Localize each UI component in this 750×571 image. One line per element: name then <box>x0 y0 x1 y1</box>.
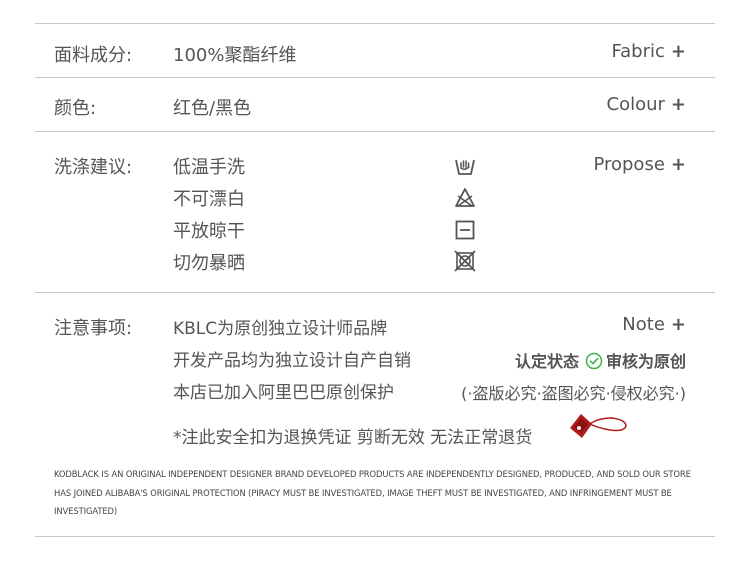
care-toggle-label: Propose <box>593 154 665 175</box>
care-item-text: 不可漂白 <box>173 189 245 210</box>
note-line: 本店已加入阿里巴巴原创保护 <box>173 383 394 403</box>
colour-label: 颜色: <box>54 98 97 119</box>
colour-toggle[interactable]: Colour + <box>607 94 687 115</box>
security-tag-icon <box>570 414 627 438</box>
plus-icon: + <box>670 94 686 115</box>
note-toggle[interactable]: Note + <box>622 314 686 335</box>
plus-icon: + <box>670 154 686 175</box>
colour-toggle-label: Colour <box>606 94 665 115</box>
note-toggle-label: Note <box>622 314 665 335</box>
divider-fabric <box>35 77 715 78</box>
hand-wash-icon <box>455 159 475 175</box>
care-item-text: 切勿暴晒 <box>173 253 245 274</box>
care-item-text: 平放晾干 <box>173 221 245 242</box>
note-line: KBLC为原创独立设计师品牌 <box>173 319 388 339</box>
note-line: 开发产品均为独立设计自产自销 <box>173 351 411 371</box>
no-bleach-icon <box>455 188 475 207</box>
no-sun-dry-icon <box>454 250 476 272</box>
certification-result: 审核为原创 <box>605 352 686 371</box>
plus-icon: + <box>670 314 686 335</box>
protection-notice: (·盗版必究·盗图必究·侵权必究·) <box>461 384 686 403</box>
dry-flat-icon <box>455 220 475 240</box>
care-item-text: 低温手洗 <box>173 157 245 178</box>
care-toggle[interactable]: Propose + <box>593 154 686 175</box>
certification-label: 认定状态 <box>514 352 579 371</box>
security-tag-notice: *注此安全扣为退换凭证 剪断无效 无法正常退货 <box>173 428 533 448</box>
colour-value: 红色/黑色 <box>173 98 252 119</box>
note-label: 注意事项: <box>54 318 133 339</box>
certification-status: 认定状态 审核为原创 <box>515 348 686 372</box>
footer-disclaimer: KODBLACK IS AN ORIGINAL INDEPENDENT DESI… <box>54 469 691 516</box>
fabric-toggle[interactable]: Fabric + <box>611 41 686 62</box>
fabric-toggle-label: Fabric <box>611 41 665 62</box>
care-label: 洗涤建议: <box>54 157 133 178</box>
fabric-value: 100%聚酯纤维 <box>173 45 297 66</box>
divider-bottom <box>35 536 715 537</box>
divider-care <box>35 292 715 293</box>
divider-colour <box>35 131 715 132</box>
check-circle-icon <box>585 352 603 370</box>
fabric-label: 面料成分: <box>54 45 133 66</box>
divider-top <box>35 23 715 24</box>
plus-icon: + <box>670 41 686 62</box>
